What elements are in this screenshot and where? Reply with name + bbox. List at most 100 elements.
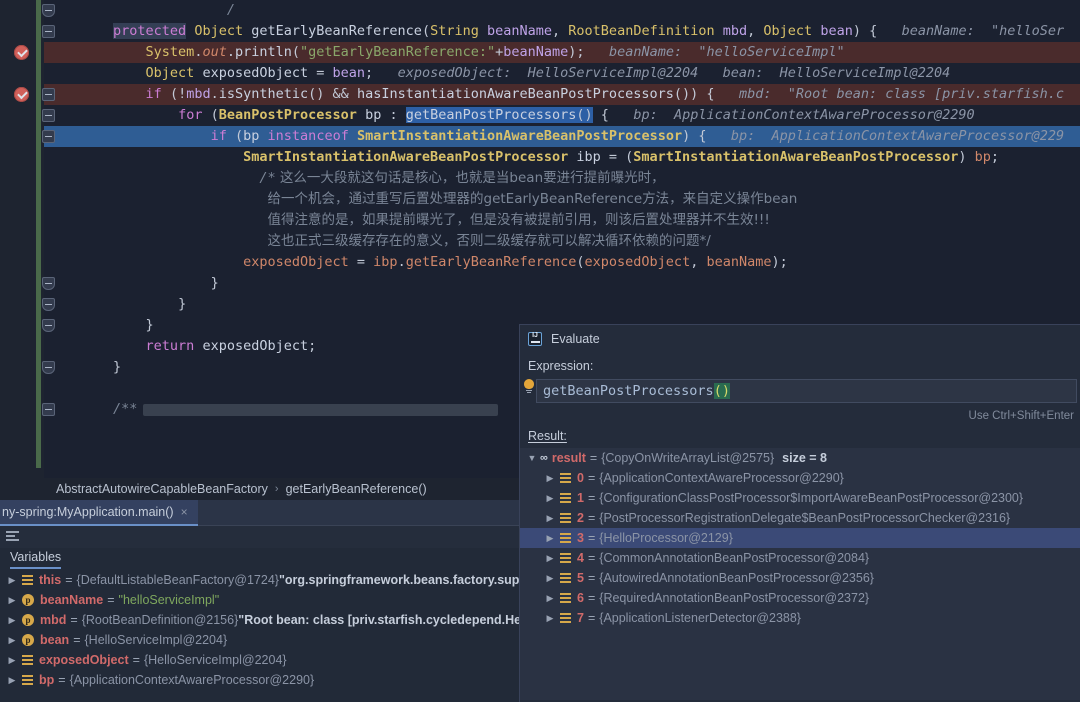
- breadcrumb-method[interactable]: getEarlyBeanReference(): [286, 482, 427, 496]
- breakpoint-icon[interactable]: [14, 45, 29, 60]
- variable-name: mbd: [40, 613, 67, 627]
- code-fold-icon[interactable]: [42, 403, 55, 416]
- parameter-icon: p: [22, 634, 34, 646]
- debugger-toolbar[interactable]: [0, 526, 530, 548]
- code-fold-end-icon[interactable]: [42, 319, 55, 332]
- equals-sign: =: [132, 653, 140, 667]
- expand-arrow-icon[interactable]: ▶: [544, 573, 556, 584]
- code-fold-icon[interactable]: [42, 130, 55, 143]
- code-fold-end-icon[interactable]: [42, 298, 55, 311]
- expand-arrow-icon[interactable]: ▶: [6, 675, 18, 686]
- expand-arrow-icon[interactable]: ▶: [544, 473, 556, 484]
- code-fold-end-icon[interactable]: [42, 361, 55, 374]
- code-line[interactable]: }: [0, 273, 1080, 294]
- expand-arrow-icon[interactable]: ▶: [544, 513, 556, 524]
- code-line[interactable]: protected Object getEarlyBeanReference(S…: [0, 21, 1080, 42]
- expand-arrow-icon[interactable]: ▶: [544, 553, 556, 564]
- code-text: return exposedObject;: [145, 338, 317, 354]
- code-line[interactable]: /* 这么一大段就这句话是核心，也就是当bean要进行提前曝光时，: [0, 168, 1080, 189]
- variable-ref: {DefaultListableBeanFactory@1724}: [76, 573, 279, 587]
- code-line[interactable]: 给一个机会，通过重写后置处理器的getEarlyBeanReference方法，…: [0, 189, 1080, 210]
- result-item-ref: {ConfigurationClassPostProcessor$ImportA…: [599, 491, 1024, 505]
- lightbulb-icon[interactable]: [523, 379, 535, 394]
- variable-row[interactable]: ▶ exposedObject = {HelloServiceImpl@2204}: [0, 650, 530, 670]
- expand-arrow-icon[interactable]: ▶: [6, 595, 18, 606]
- equals-sign: =: [70, 613, 78, 627]
- result-item-ref: {PostProcessorRegistrationDelegate$BeanP…: [599, 511, 1011, 525]
- equals-sign: =: [58, 673, 66, 687]
- code-line[interactable]: SmartInstantiationAwareBeanPostProcessor…: [0, 147, 1080, 168]
- close-icon[interactable]: ×: [181, 505, 188, 519]
- variable-row[interactable]: ▶ p mbd = {RootBeanDefinition@2156} "Root be…: [0, 610, 551, 630]
- code-line[interactable]: for (BeanPostProcessor bp : getBeanPostP…: [0, 105, 1080, 126]
- result-item-row[interactable]: ▶ 5 = {AutowiredAnnotationBeanPostProcessor…: [520, 568, 1080, 588]
- code-fold-end-icon[interactable]: [42, 277, 55, 290]
- variable-desc: "Root bean: class [priv.starfish.cyclede…: [238, 613, 551, 627]
- run-tab-label: ny-spring:MyApplication.main(): [2, 505, 174, 519]
- folded-region-placeholder[interactable]: [143, 404, 499, 416]
- expand-arrow-icon[interactable]: ▶: [6, 655, 18, 666]
- expand-arrow-icon[interactable]: ▶: [6, 575, 18, 586]
- result-item-row[interactable]: ▶ 1 = {ConfigurationClassPostProcessor$Impo…: [520, 488, 1080, 508]
- code-line[interactable]: 这也正式三级缓存存在的意义，否则二级缓存就可以解决循环依赖的问题*/: [0, 231, 1080, 252]
- expression-input[interactable]: getBeanPostProcessors(): [536, 379, 1077, 403]
- variable-row[interactable]: ▶ p bean = {HelloServiceImpl@2204}: [0, 630, 530, 650]
- run-tab-myapplication[interactable]: ny-spring:MyApplication.main() ×: [0, 500, 198, 526]
- result-item-index: 5: [577, 571, 584, 585]
- expand-arrow-icon[interactable]: ▶: [544, 493, 556, 504]
- chevron-right-icon: ›: [274, 483, 279, 495]
- variable-row[interactable]: ▶ this = {DefaultListableBeanFactory@1724} …: [0, 570, 544, 590]
- expand-arrow-icon[interactable]: ▶: [6, 635, 18, 646]
- collapse-arrow-icon[interactable]: ▼: [526, 453, 538, 463]
- expand-arrow-icon[interactable]: ▶: [544, 613, 556, 624]
- collection-icon: [22, 654, 33, 666]
- result-item-row[interactable]: ▶ 2 = {PostProcessorRegistrationDelegate$Be…: [520, 508, 1080, 528]
- equals-sign: =: [587, 491, 596, 505]
- result-item-index: 4: [577, 551, 584, 565]
- code-line[interactable]: exposedObject = ibp.getEarlyBeanReferenc…: [0, 252, 1080, 273]
- breadcrumb-class[interactable]: AbstractAutowireCapableBeanFactory: [56, 482, 268, 496]
- result-item-row[interactable]: ▶ 0 = {ApplicationContextAwareProcessor@229…: [520, 468, 1080, 488]
- code-line[interactable]: 值得注意的是，如果提前曝光了，但是没有被提前引用，则该后置处理器并不生效!!!: [0, 210, 1080, 231]
- code-fold-icon[interactable]: [42, 109, 55, 122]
- code-line[interactable]: }: [0, 294, 1080, 315]
- code-fold-icon[interactable]: [42, 88, 55, 101]
- expand-arrow-icon[interactable]: ▶: [6, 615, 18, 626]
- result-item-index: 3: [577, 531, 584, 545]
- result-item-row[interactable]: ▶ 3 = {HelloProcessor@2129}: [520, 528, 1080, 548]
- expand-arrow-icon[interactable]: ▶: [544, 533, 556, 544]
- code-text: }: [145, 317, 154, 333]
- variable-name: bp: [39, 673, 55, 687]
- code-fold-end-icon[interactable]: [42, 4, 55, 17]
- code-line[interactable]: System.out.println("getEarlyBeanReferenc…: [0, 42, 1080, 63]
- result-item-row[interactable]: ▶ 7 = {ApplicationListenerDetector@2388}: [520, 608, 1080, 628]
- code-text: 这也正式三级缓存存在的意义，否则二级缓存就可以解决循环依赖的问题*/: [267, 233, 711, 249]
- result-item-index: 0: [577, 471, 584, 485]
- result-item-row[interactable]: ▶ 4 = {CommonAnnotationBeanPostProcessor@20…: [520, 548, 1080, 568]
- result-item-ref: {ApplicationContextAwareProcessor@2290}: [599, 471, 844, 485]
- result-item-row[interactable]: ▶ 6 = {RequiredAnnotationBeanPostProcessor@…: [520, 588, 1080, 608]
- collection-icon: [560, 552, 571, 564]
- code-fold-icon[interactable]: [42, 25, 55, 38]
- variable-row[interactable]: ▶ p beanName = "helloServiceImpl": [0, 590, 530, 610]
- breadcrumb[interactable]: AbstractAutowireCapableBeanFactory › get…: [0, 478, 530, 500]
- code-line[interactable]: Object exposedObject = bean; exposedObje…: [0, 63, 1080, 84]
- parameter-icon: p: [22, 594, 34, 606]
- code-text: Object exposedObject = bean; exposedObje…: [145, 65, 951, 81]
- code-line[interactable]: if (bp instanceof SmartInstantiationAwar…: [0, 126, 1080, 147]
- variable-ref: {RootBeanDefinition@2156}: [81, 613, 239, 627]
- variables-list[interactable]: ▶ this = {DefaultListableBeanFactory@1724} …: [0, 570, 551, 690]
- expand-arrow-icon[interactable]: ▶: [544, 593, 556, 604]
- tab-variables[interactable]: Variables: [10, 550, 62, 569]
- layout-settings-icon[interactable]: [6, 531, 19, 542]
- breakpoint-icon[interactable]: [14, 87, 29, 102]
- variable-name: beanName: [40, 593, 104, 607]
- code-line[interactable]: if (!mbd.isSynthetic() && hasInstantiati…: [0, 84, 1080, 105]
- collection-icon: [560, 472, 571, 484]
- code-text: System.out.println("getEarlyBeanReferenc…: [145, 44, 845, 60]
- result-root-row[interactable]: ▼ ∞ result = {CopyOnWriteArrayList@2575} size…: [520, 448, 1080, 468]
- result-item-ref: {AutowiredAnnotationBeanPostProcessor@23…: [599, 571, 874, 585]
- result-tree[interactable]: ▼ ∞ result = {CopyOnWriteArrayList@2575} size…: [520, 448, 1080, 700]
- code-line[interactable]: /: [0, 0, 1080, 21]
- variable-row[interactable]: ▶ bp = {ApplicationContextAwareProcessor@22…: [0, 670, 530, 690]
